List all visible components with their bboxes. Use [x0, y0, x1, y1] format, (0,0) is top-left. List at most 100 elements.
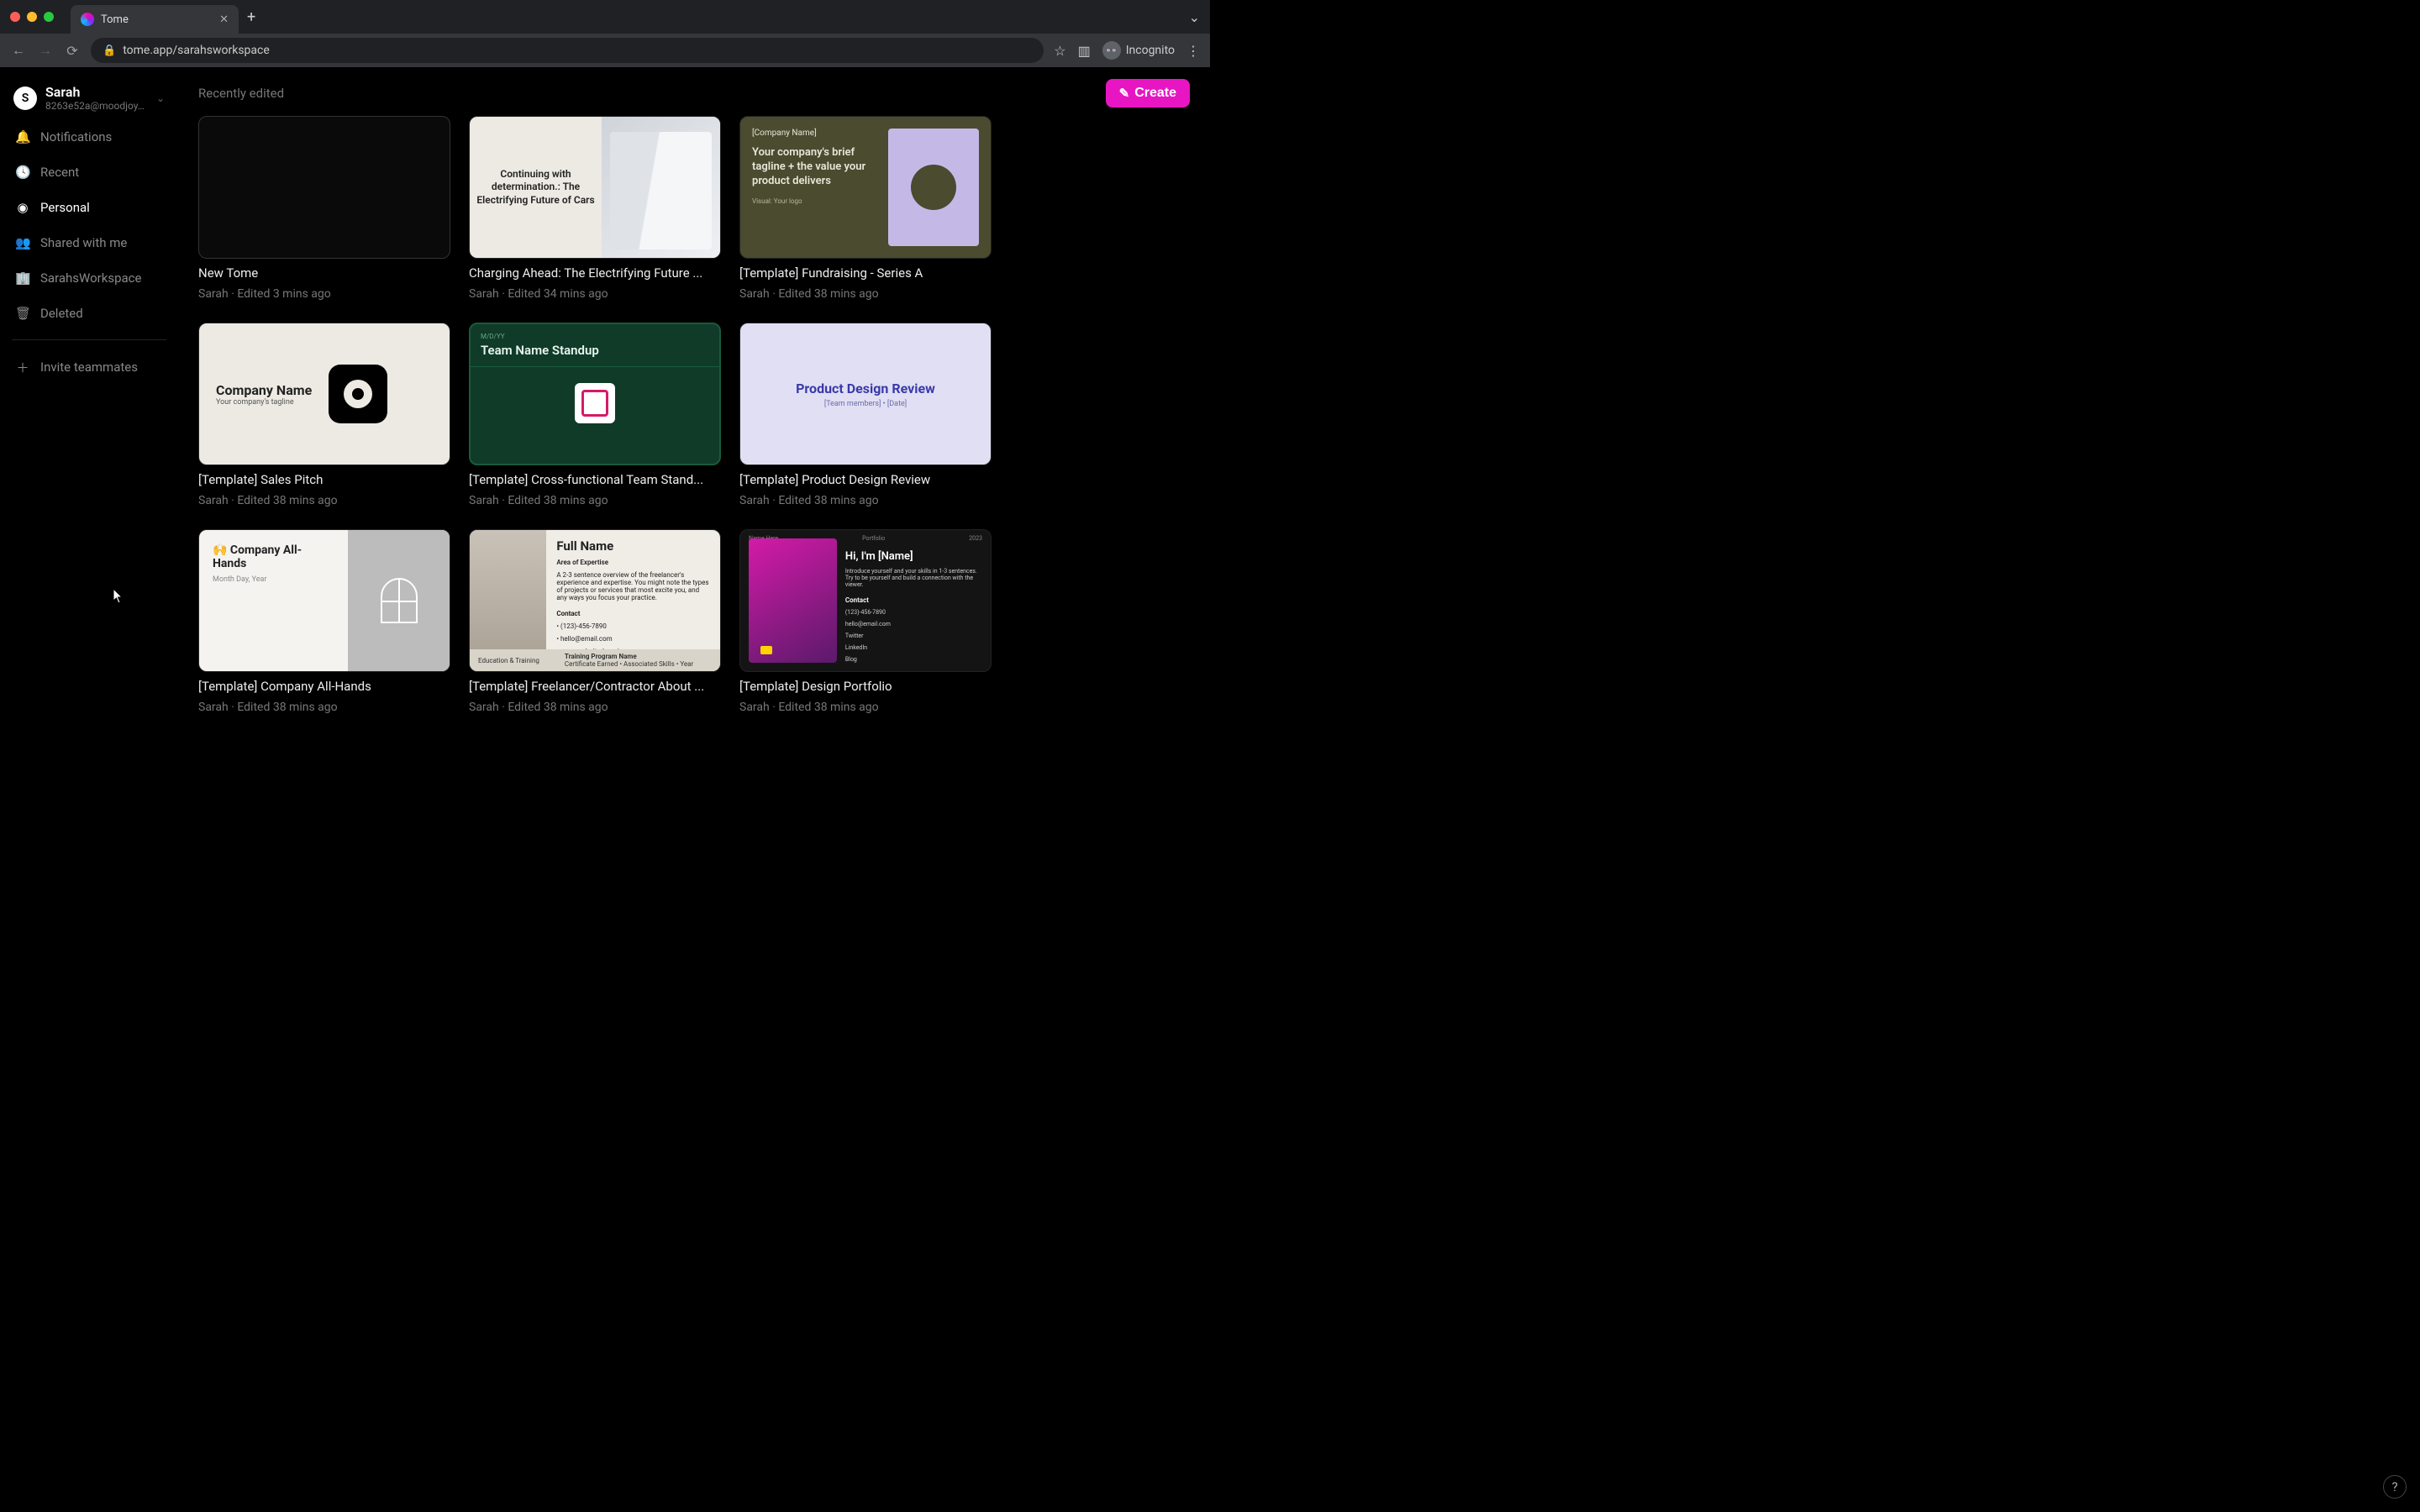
contact-line: (123)-456-7890: [845, 609, 982, 616]
document-card[interactable]: Continuing with determination.: The Elec…: [469, 116, 721, 301]
sidebar-item-label: SarahsWorkspace: [40, 270, 141, 286]
card-meta: Sarah · Edited 38 mins ago: [739, 494, 992, 507]
portrait-placeholder: [749, 538, 837, 663]
sidebar-item-recent[interactable]: 🕓 Recent: [7, 156, 171, 188]
thumbnail-pdr: Product Design Review [Team members] • […: [739, 323, 992, 465]
sidebar-item-label: Notifications: [40, 129, 112, 144]
portfolio-intro: Introduce yourself and your skills in 1-…: [845, 568, 982, 588]
workspace-switcher[interactable]: S Sarah 8263e52a@moodjoy.c... ⌄: [7, 79, 171, 118]
card-title: [Template] Fundraising - Series A: [739, 265, 992, 281]
window-controls: [10, 12, 54, 22]
logo-icon: [575, 383, 615, 423]
logo-icon: [329, 365, 387, 423]
contact-heading: Contact: [845, 596, 982, 604]
building-icon: 🏢: [15, 270, 30, 286]
sidebar-item-label: Recent: [40, 165, 79, 180]
incognito-badge[interactable]: 👓 Incognito: [1102, 41, 1175, 60]
allhands-date: Month Day, Year: [213, 575, 334, 584]
create-button-label: Create: [1134, 86, 1176, 101]
card-meta: Sarah · Edited 38 mins ago: [198, 494, 450, 507]
clock-icon: 🕓: [15, 165, 30, 180]
allhands-title: 🙌 Company All-Hands: [213, 543, 334, 570]
forward-icon[interactable]: →: [37, 42, 54, 59]
minimize-window-icon[interactable]: [27, 12, 37, 22]
freelancer-name: Full Name: [556, 538, 710, 554]
main-header: Recently edited ✎ Create: [198, 79, 1190, 108]
thumbnail-blank: [198, 116, 450, 259]
card-title: [Template] Company All-Hands: [198, 679, 450, 694]
contact-line: Twitter: [845, 633, 982, 639]
url-input[interactable]: 🔒 tome.app/sarahsworkspace: [91, 38, 1044, 63]
freelancer-desc: A 2-3 sentence overview of the freelance…: [556, 571, 710, 601]
sidebar: S Sarah 8263e52a@moodjoy.c... ⌄ 🔔 Notifi…: [0, 67, 178, 756]
sidebar-item-workspace[interactable]: 🏢 SarahsWorkspace: [7, 262, 171, 294]
document-card[interactable]: Name Here Portfolio 2023 Hi, I'm [Name] …: [739, 529, 992, 714]
bell-icon: 🔔: [15, 129, 30, 144]
document-card[interactable]: 🙌 Company All-Hands Month Day, Year [Tem…: [198, 529, 450, 714]
contact-line: • (123)-456-7890: [556, 622, 710, 630]
create-button[interactable]: ✎ Create: [1106, 79, 1190, 108]
address-bar: ← → ⟳ 🔒 tome.app/sarahsworkspace ☆ ▥ 👓 I…: [0, 34, 1210, 67]
document-card[interactable]: Product Design Review [Team members] • […: [739, 323, 992, 507]
sidebar-item-shared[interactable]: 👥 Shared with me: [7, 227, 171, 259]
contact-line: • hello@email.com: [556, 635, 710, 643]
pdr-title: Product Design Review: [796, 381, 935, 396]
panel-icon[interactable]: ▥: [1078, 43, 1091, 59]
workspace-name: Sarah: [45, 84, 146, 100]
new-tab-button[interactable]: +: [247, 8, 255, 26]
freelancer-area: Area of Expertise: [556, 559, 710, 566]
help-button[interactable]: ?: [2383, 1475, 2407, 1499]
sidebar-item-deleted[interactable]: 🗑 Deleted: [7, 297, 171, 329]
reload-icon[interactable]: ⟳: [64, 43, 81, 59]
card-meta: Sarah · Edited 38 mins ago: [198, 701, 450, 714]
sidebar-divider: [12, 339, 166, 340]
back-icon[interactable]: ←: [10, 42, 27, 59]
document-card[interactable]: M/D/YY Team Name Standup [Template] Cros…: [469, 323, 721, 507]
star-icon[interactable]: ☆: [1054, 43, 1065, 59]
thumbnail-freelancer: Full Name Area of Expertise A 2-3 senten…: [469, 529, 721, 672]
browser-tab[interactable]: Tome ✕: [71, 5, 239, 34]
document-card[interactable]: Company Name Your company's tagline [Tem…: [198, 323, 450, 507]
document-card[interactable]: Full Name Area of Expertise A 2-3 senten…: [469, 529, 721, 714]
user-icon: ◉: [15, 200, 30, 215]
browser-chrome: Tome ✕ + ⌄ ← → ⟳ 🔒 tome.app/sarahsworksp…: [0, 0, 1210, 67]
workspace-email: 8263e52a@moodjoy.c...: [45, 100, 146, 112]
sidebar-item-invite[interactable]: ＋ Invite teammates: [7, 350, 171, 385]
sidebar-item-label: Deleted: [40, 306, 83, 321]
thumb-headline: Your company's brief tagline + the value…: [752, 146, 880, 189]
card-title: [Template] Sales Pitch: [198, 472, 450, 487]
document-card[interactable]: [Company Name] Your company's brief tagl…: [739, 116, 992, 301]
lock-icon: 🔒: [103, 45, 116, 57]
logo-placeholder: [888, 129, 979, 246]
card-title: [Template] Freelancer/Contractor About .…: [469, 679, 721, 694]
contact-line: hello@email.com: [845, 621, 982, 627]
user-plus-icon: ＋: [15, 359, 30, 376]
sidebar-item-personal[interactable]: ◉ Personal: [7, 192, 171, 223]
card-meta: Sarah · Edited 38 mins ago: [469, 494, 721, 507]
document-card[interactable]: New Tome Sarah · Edited 3 mins ago: [198, 116, 450, 301]
sidebar-item-label: Invite teammates: [40, 360, 138, 375]
close-window-icon[interactable]: [10, 12, 20, 22]
sidebar-item-notifications[interactable]: 🔔 Notifications: [7, 121, 171, 153]
url-text: tome.app/sarahsworkspace: [123, 44, 270, 57]
card-title: Charging Ahead: The Electrifying Future …: [469, 265, 721, 281]
maximize-window-icon[interactable]: [44, 12, 54, 22]
contact-line: LinkedIn: [845, 644, 982, 651]
thumbnail-portfolio: Name Here Portfolio 2023 Hi, I'm [Name] …: [739, 529, 992, 672]
train-heading: Training Program Name: [565, 653, 637, 660]
card-title: New Tome: [198, 265, 450, 281]
tome-favicon-icon: [81, 13, 94, 26]
people-icon: 👥: [15, 235, 30, 250]
section-title: Recently edited: [198, 86, 284, 101]
tabs-dropdown-icon[interactable]: ⌄: [1189, 9, 1200, 25]
train-sub: Certificate Earned • Associated Skills •…: [565, 660, 693, 668]
company-tagline: Your company's tagline: [216, 398, 312, 407]
contact-heading: Contact: [556, 610, 710, 617]
tab-title: Tome: [101, 13, 129, 26]
thumb-sub: Visual: Your logo: [752, 197, 880, 205]
close-tab-icon[interactable]: ✕: [219, 13, 229, 26]
edu-heading: Education & Training: [478, 657, 539, 664]
card-meta: Sarah · Edited 34 mins ago: [469, 287, 721, 301]
workspace-avatar: S: [13, 87, 37, 110]
kebab-menu-icon[interactable]: ⋮: [1186, 43, 1200, 59]
